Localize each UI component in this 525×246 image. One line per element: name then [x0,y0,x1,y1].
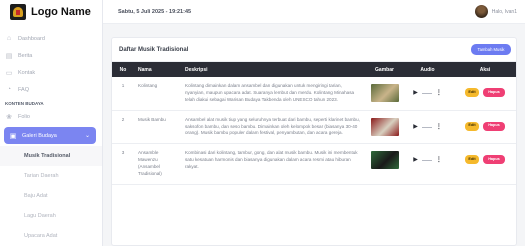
card-title: Daftar Musik Tradisional [119,46,189,53]
sidebar-item-label: Dashboard [18,35,45,42]
row-number: 1 [112,77,134,111]
row-audio-cell: ▶ ⋮ [403,110,452,145]
brand-logo-icon [10,4,26,20]
sidebar-item-berita[interactable]: ▤ Berita [0,47,102,64]
row-audio-cell: ▶ ⋮ [403,77,452,111]
music-list-card: Daftar Musik Tradisional Tambah Musik No… [111,37,517,246]
datetime: Sabtu, 5 Juli 2025 - 19:21:45 [118,8,192,15]
table-row: 1 Kolintang Kolintang dimainkan dalam an… [112,77,516,111]
more-options-icon[interactable]: ⋮ [436,156,442,165]
sidebar-item-folio[interactable]: ❀ Folio [0,108,102,125]
column-header-nama: Nama [134,62,181,77]
chevron-down-icon: ⌄ [84,133,90,139]
user-menu[interactable]: Halo, Ivan1 [474,5,517,18]
sidebar-item-label: Galeri Budaya [22,132,57,139]
table-header-row: No Nama Deskripsi Gambar Audio Aksi [112,62,516,77]
sidebar-item-label: Berita [18,52,33,59]
sidebar-item-label: Folio [18,113,30,120]
brand-name: Logo Name [31,6,91,18]
row-image-cell [366,110,403,145]
play-icon[interactable]: ▶ [413,89,418,98]
delete-button[interactable]: Hapus [483,155,505,165]
brand[interactable]: Logo Name [0,0,102,24]
audio-progress-bar[interactable] [421,126,432,128]
news-icon: ▤ [5,52,13,60]
row-actions-cell: Edit Hapus [452,77,516,111]
sidebar-item-label: Kontak [18,69,36,76]
audio-player[interactable]: ▶ ⋮ [407,156,448,165]
gallery-icon: ▣ [9,132,17,140]
audio-progress-bar[interactable] [421,160,432,162]
row-description: Ansambel alat musik tiup yang seluruhnya… [181,110,366,145]
music-table: No Nama Deskripsi Gambar Audio Aksi 1 Ko… [112,62,516,185]
sidebar-item-faq[interactable]: ◔ FAQ [0,81,102,98]
sidebar-subitem-baju-adat[interactable]: Baju Adat [0,186,102,206]
audio-progress-bar[interactable] [421,93,432,94]
row-name: Kolintang [134,77,181,111]
card-header: Daftar Musik Tradisional Tambah Musik [112,38,516,62]
column-header-no: No [112,62,134,77]
edit-button[interactable]: Edit [465,88,479,97]
avatar [474,5,488,18]
sidebar-item-galeri-budaya[interactable]: ▣ Galeri Budaya ⌄ [4,127,96,144]
music-image[interactable] [370,151,399,170]
table-row: 2 Musik Bambu Ansambel alat musik tiup y… [112,110,516,145]
sidebar-subitem-tarian-daerah[interactable]: Tarian Daerah [0,166,102,186]
add-music-button[interactable]: Tambah Musik [471,44,511,55]
audio-player[interactable]: ▶ ⋮ [407,123,448,132]
home-icon: ⌂ [6,35,12,42]
sidebar-item-kontak[interactable]: ▭ Kontak [0,64,102,81]
column-header-audio: Audio [403,62,452,77]
sidebar-subitem-upacara-adat[interactable]: Upacara Adat [0,226,102,246]
row-image-cell [366,77,403,111]
column-header-aksi: Aksi [452,62,516,77]
row-name: Musik Bambu [134,110,181,145]
music-image[interactable] [370,117,399,136]
row-audio-cell: ▶ ⋮ [403,143,452,185]
folio-icon: ❀ [6,113,12,121]
sidebar-item-dashboard[interactable]: ⌂ Dashboard [0,30,102,47]
more-options-icon[interactable]: ⋮ [436,123,442,132]
table-row: 3 Ansamble Mawenzu (Ansambel Tradisional… [112,143,516,185]
play-icon[interactable]: ▶ [413,123,418,132]
row-description: Kombinasi dari kolintang, tambur, gong, … [181,143,366,185]
delete-button[interactable]: Hapus [483,88,505,97]
topbar: Sabtu, 5 Juli 2025 - 19:21:45 Halo, Ivan… [103,0,525,24]
column-header-gambar: Gambar [366,62,403,77]
edit-button[interactable]: Edit [465,121,479,131]
row-actions-cell: Edit Hapus [452,143,516,185]
row-name: Ansamble Mawenzu (Ansambel Tradisional) [134,143,181,185]
music-image[interactable] [370,84,399,102]
more-options-icon[interactable]: ⋮ [436,89,442,98]
sidebar-subitem-lagu-daerah[interactable]: Lagu Daerah [0,206,102,226]
edit-button[interactable]: Edit [465,155,479,165]
sidebar-section-heading: KONTEN BUDAYA [5,100,44,106]
sidebar: Logo Name ⌂ Dashboard ▤ Berita ▭ Kontak … [0,0,103,246]
column-header-deskripsi: Deskripsi [181,62,366,77]
audio-player[interactable]: ▶ ⋮ [407,89,448,98]
delete-button[interactable]: Hapus [483,121,505,131]
row-image-cell [366,143,403,185]
sidebar-nav: ⌂ Dashboard ▤ Berita ▭ Kontak ◔ FAQ KONT… [0,30,102,246]
row-actions-cell: Edit Hapus [452,110,516,145]
chat-icon: ▭ [5,69,13,77]
help-icon: ◔ [6,86,12,93]
sidebar-subitem-musik-tradisional[interactable]: Musik Tradisional [0,146,102,166]
user-greeting: Halo, Ivan1 [491,8,517,15]
row-number: 2 [112,110,134,145]
row-description: Kolintang dimainkan dalam ansambel dan d… [181,77,366,111]
row-number: 3 [112,143,134,185]
sidebar-item-label: FAQ [18,86,30,93]
play-icon[interactable]: ▶ [413,156,418,165]
app-root: Logo Name ⌂ Dashboard ▤ Berita ▭ Kontak … [0,0,525,246]
